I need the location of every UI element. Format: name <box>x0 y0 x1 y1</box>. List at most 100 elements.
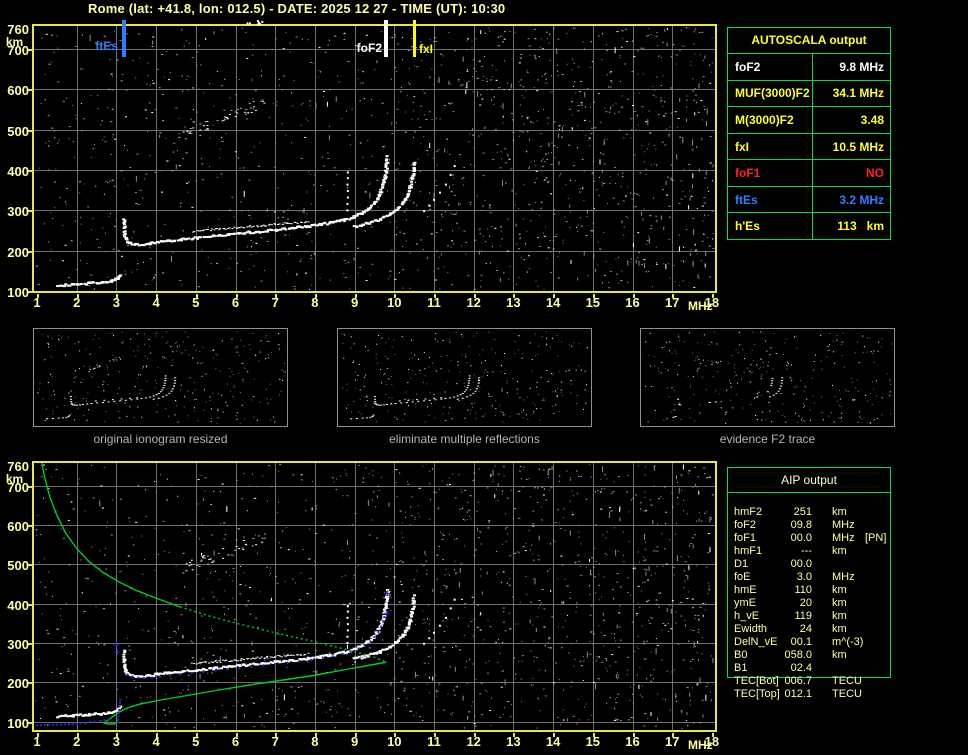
aip-value: 00.0 <box>790 532 812 544</box>
autoscala-row-fof1: foF1 NO <box>728 159 890 186</box>
bottom-ionogram-canvas <box>27 456 719 748</box>
aip-unit: MHz <box>832 571 855 583</box>
aip-row: D1 00.0 <box>727 558 891 571</box>
thumbnail-caption: evidence F2 trace <box>719 432 816 446</box>
autoscala-row-label: ftEs <box>728 186 813 213</box>
aip-value: 02.4 <box>790 662 812 674</box>
aip-value: 00.1 <box>790 636 812 648</box>
thumbnail-original-ionogram <box>33 328 288 427</box>
thumbnail-eliminate-multiple-reflections <box>337 328 592 427</box>
axis-tick-label: 8 <box>311 734 319 749</box>
axis-tick-label: 14 <box>545 295 561 310</box>
aip-label: h_vE <box>734 610 760 622</box>
axis-tick-label: 100 <box>7 715 29 731</box>
top-ionogram-canvas <box>27 19 719 304</box>
ftes-marker-label: ftEs <box>95 39 118 53</box>
aip-row: B0 058.0 km <box>727 649 891 662</box>
aip-value: 119 <box>794 610 812 622</box>
axis-tick-label: 15 <box>585 734 601 749</box>
aip-row: foE 3.0 MHz <box>727 571 891 584</box>
aip-value: 251 <box>793 506 812 518</box>
aip-row: hmF1 --- km <box>727 545 891 558</box>
aip-row: foF2 09.8 MHz <box>727 519 891 532</box>
axis-tick-label: 17 <box>664 295 680 310</box>
aip-label: D1 <box>734 558 749 570</box>
aip-value: 058.0 <box>784 649 812 661</box>
aip-label: B1 <box>734 662 748 674</box>
axis-tick-label: 16 <box>625 734 640 749</box>
axis-tick-label: 6 <box>231 734 240 749</box>
axis-tick-label: 12 <box>466 734 481 749</box>
axis-tick-label: 9 <box>350 734 359 749</box>
autoscala-row-value: NO <box>866 166 884 181</box>
autoscala-row-m3000f2: M(3000)F2 3.48 <box>728 106 890 133</box>
axis-tick-label: 2 <box>73 734 81 749</box>
aip-value: 24 <box>799 623 812 635</box>
autoscala-row-value: 10.5 MHz <box>832 139 884 154</box>
aip-unit: m^(-3) <box>832 636 864 648</box>
aip-unit: TECU <box>832 688 862 700</box>
aip-row: hmF2 251 km <box>727 506 891 519</box>
axis-tick-label: 100 <box>7 284 29 300</box>
autoscala-table-header: AUTOSCALA output <box>728 28 890 54</box>
aip-value: 006.7 <box>784 675 812 687</box>
thumbnail-f2-canvas <box>641 329 894 426</box>
aip-label: hmF2 <box>734 506 763 518</box>
thumbnail-clean-canvas <box>338 329 591 426</box>
axis-tick-label: 200 <box>7 244 29 260</box>
autoscala-table: AUTOSCALA output foF2 9.8 MHz MUF(3000)F… <box>727 27 891 240</box>
aip-value: 00.0 <box>790 558 812 570</box>
axis-tick-label: 10 <box>387 295 402 310</box>
autoscala-row-value: 9.8 MHz <box>839 59 884 74</box>
fof2-marker-label: foF2 <box>356 41 382 55</box>
axis-tick-label: 300 <box>7 204 29 220</box>
axis-tick-label: 4 <box>152 734 160 749</box>
autoscala-row-value: 3.48 <box>860 112 884 127</box>
axis-tick-label: 6 <box>231 295 240 310</box>
autoscala-row-ftes: ftEs 3.2 MHz <box>728 185 890 213</box>
axis-tick-label: 1 <box>33 734 41 749</box>
axis-tick-label: 8 <box>311 295 319 310</box>
autoscala-row-value: 34.1 MHz <box>832 86 884 101</box>
aip-unit: km <box>832 506 847 518</box>
autoscala-row-fxi: fxI 10.5 MHz <box>728 132 890 160</box>
axis-tick-label: 7 <box>271 295 279 310</box>
axis-tick-label: 16 <box>625 295 640 310</box>
aip-table-header: AIP output <box>728 468 890 493</box>
autoscala-row-label: MUF(3000)F2 <box>728 80 813 107</box>
axis-tick-label: 600 <box>7 518 29 534</box>
autoscala-row-value: 3.2 MHz <box>839 192 884 207</box>
aip-unit: km <box>832 597 847 609</box>
axis-tick-label: MHz <box>688 299 713 313</box>
autoscala-row-hes: h'Es 113 km <box>728 212 890 240</box>
aip-value: 110 <box>794 584 812 596</box>
aip-label: ymE <box>734 597 756 609</box>
aip-unit: MHz <box>832 519 855 531</box>
aip-value: 20 <box>799 597 812 609</box>
autoscala-row-label: foF1 <box>728 160 813 186</box>
autoscala-row-muf3000f2: MUF(3000)F2 34.1 MHz <box>728 79 890 107</box>
axis-tick-label: 11 <box>427 734 441 749</box>
aip-value: 012.1 <box>784 688 812 700</box>
axis-tick-label: 5 <box>192 734 200 749</box>
axis-tick-label: 3 <box>112 295 120 310</box>
axis-tick-label: 600 <box>7 83 29 99</box>
aip-value: 09.8 <box>790 519 812 531</box>
aip-row: Ewidth 24 km <box>727 623 891 636</box>
aip-row: h_vE 119 km <box>727 610 891 623</box>
axis-tick-label: 500 <box>7 558 29 574</box>
fof2-marker-line <box>384 20 388 57</box>
autoscala-row-fof2: foF2 9.8 MHz <box>728 54 890 80</box>
axis-tick-label: 200 <box>7 676 29 692</box>
axis-tick-label: 13 <box>506 734 521 749</box>
aip-value: --- <box>801 545 812 557</box>
aip-label: foF1 <box>734 532 757 544</box>
axis-tick-label: 400 <box>7 164 29 180</box>
fxi-marker-line <box>413 20 416 57</box>
axis-tick-label: 7 <box>271 734 279 749</box>
axis-tick-label: km <box>5 472 24 486</box>
axis-tick-label: 13 <box>506 295 521 310</box>
aip-value: 3.0 <box>796 571 812 583</box>
axis-tick-label: 11 <box>427 295 441 310</box>
aip-row: DelN_vE 00.1 m^(-3) <box>727 636 891 649</box>
